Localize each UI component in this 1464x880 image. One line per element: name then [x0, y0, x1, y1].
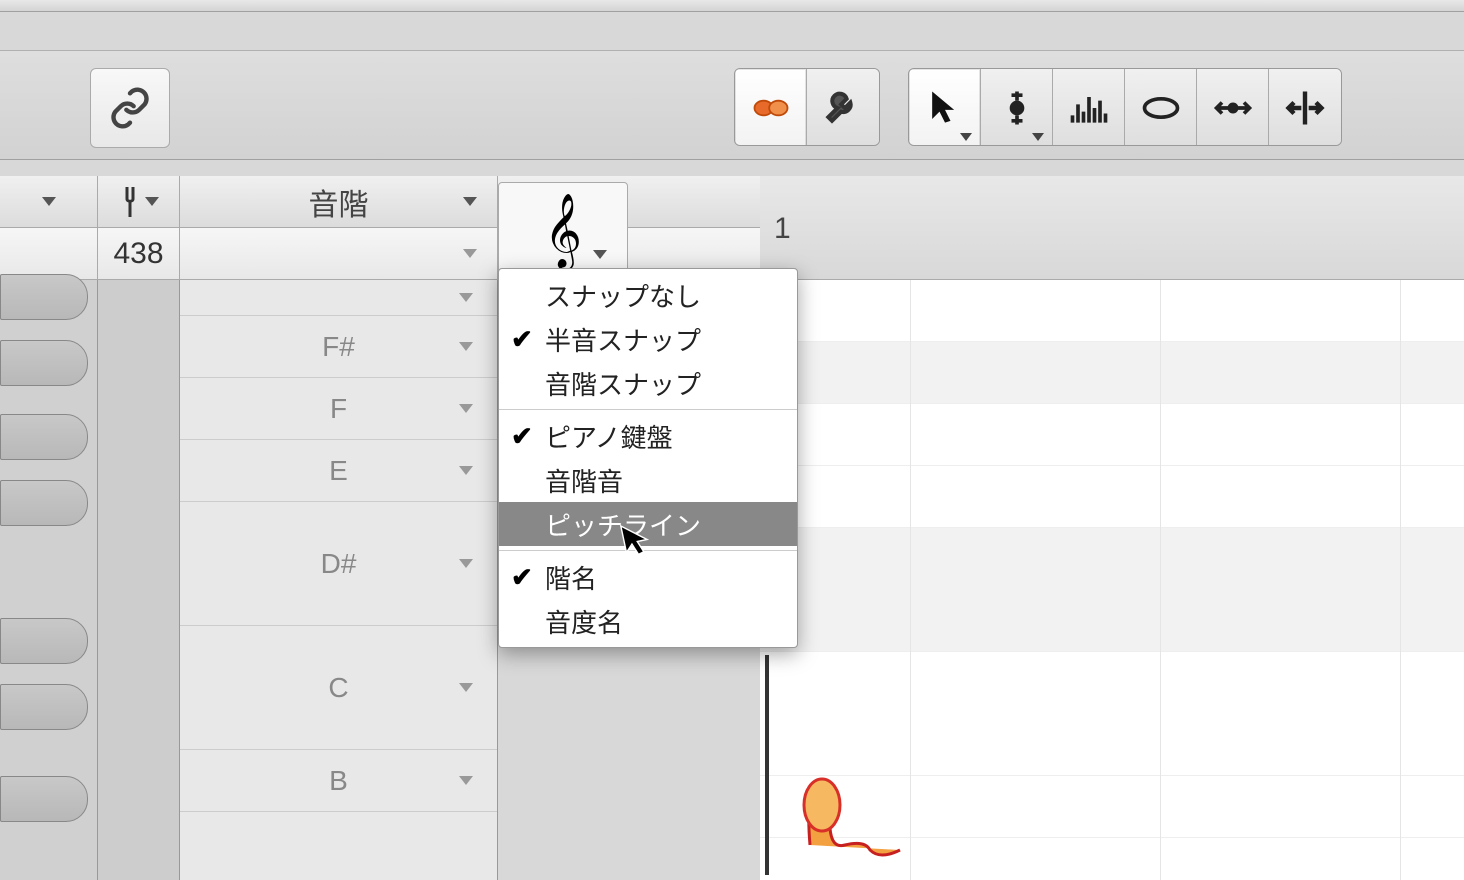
col1-header[interactable]: [0, 176, 98, 227]
piano-key[interactable]: [0, 776, 88, 822]
piano-key[interactable]: [0, 480, 88, 526]
audio-blobs-tool[interactable]: [735, 69, 807, 146]
col1-value: [0, 228, 98, 279]
bar-number: 1: [774, 212, 791, 246]
chevron-down-icon: [593, 250, 607, 259]
chevron-down-icon: [459, 342, 473, 351]
note-row[interactable]: E: [180, 440, 497, 502]
chevron-down-icon: [42, 197, 56, 206]
piano-key[interactable]: [0, 414, 88, 460]
note-row[interactable]: B: [180, 750, 497, 812]
window-chrome-top: [0, 0, 1464, 12]
chevron-down-icon: [459, 559, 473, 568]
note-row[interactable]: F: [180, 378, 497, 440]
check-icon: ✔: [511, 421, 533, 452]
chevron-down-icon: [459, 293, 473, 302]
oval-tool[interactable]: [1125, 69, 1197, 146]
note-label: E: [329, 455, 348, 487]
tuning-value-cell[interactable]: 438: [98, 228, 180, 279]
menu-item-piano-keyboard[interactable]: ✔ ピアノ鍵盤: [499, 414, 797, 458]
menu-label: 階名: [545, 559, 597, 596]
chevron-down-icon: [960, 133, 972, 141]
menu-label: スナップなし: [545, 277, 701, 314]
note-row[interactable]: D#: [180, 502, 497, 626]
playhead[interactable]: [765, 655, 769, 875]
hresize-tool[interactable]: [1197, 69, 1269, 146]
pulse-tool-icon: [1067, 86, 1111, 130]
note-label: C: [328, 672, 348, 704]
piano-key[interactable]: [0, 274, 88, 320]
audio-tool-group: [734, 68, 880, 146]
track-indicator-column: [98, 280, 180, 880]
audio-waveform-icon: [780, 765, 930, 865]
menu-item-scale-notes[interactable]: 音階音: [499, 458, 797, 502]
pulse-tool[interactable]: [1053, 69, 1125, 146]
scale-value-cell[interactable]: [180, 228, 498, 279]
menu-item-no-snap[interactable]: スナップなし: [499, 273, 797, 317]
note-label: B: [329, 765, 348, 797]
pitch-tool-icon: [995, 86, 1039, 130]
segment-tool[interactable]: [1269, 69, 1341, 146]
note-label-column: F# F E D# C B: [180, 280, 498, 880]
menu-label: 音度名: [545, 603, 623, 640]
piano-key-column: [0, 280, 98, 880]
pitch-tool[interactable]: [981, 69, 1053, 146]
menu-label: 音階スナップ: [545, 365, 701, 402]
tuning-value: 438: [113, 237, 163, 271]
chevron-down-icon: [463, 197, 477, 206]
wrench-icon: [821, 86, 865, 130]
clef-dropdown-menu: スナップなし ✔ 半音スナップ 音階スナップ ✔ ピアノ鍵盤 音階音 ピッチライ…: [498, 268, 798, 648]
menu-item-pitch-line[interactable]: ピッチライン: [499, 502, 797, 546]
menu-item-scale-snap[interactable]: 音階スナップ: [499, 361, 797, 405]
note-label: D#: [321, 548, 357, 580]
tuning-fork-header[interactable]: [98, 176, 180, 227]
pointer-tool-icon: [923, 86, 967, 130]
wrench-tool[interactable]: [807, 69, 879, 146]
scale-label: 音階: [309, 180, 369, 224]
chevron-down-icon: [145, 197, 159, 206]
chevron-down-icon: [459, 466, 473, 475]
note-label: F#: [322, 331, 355, 363]
menu-item-solfege[interactable]: ✔ 階名: [499, 555, 797, 599]
piano-key[interactable]: [0, 684, 88, 730]
chevron-down-icon: [459, 683, 473, 692]
link-button[interactable]: [90, 68, 170, 148]
menu-item-degree-name[interactable]: 音度名: [499, 599, 797, 643]
oval-tool-icon: [1139, 86, 1183, 130]
timeline-header[interactable]: 1: [760, 176, 1464, 280]
audio-blob[interactable]: [780, 765, 930, 870]
note-row[interactable]: F#: [180, 316, 497, 378]
menu-label: ピッチライン: [545, 506, 701, 543]
check-icon: ✔: [511, 324, 533, 355]
menu-separator: [499, 550, 797, 551]
menu-label: 半音スナップ: [545, 321, 701, 358]
chevron-down-icon: [463, 249, 477, 258]
check-icon: ✔: [511, 562, 533, 593]
menu-separator: [499, 409, 797, 410]
note-row[interactable]: C: [180, 626, 497, 750]
segment-tool-icon: [1283, 86, 1327, 130]
scale-dropdown[interactable]: 音階: [180, 176, 498, 227]
pointer-tool[interactable]: [909, 69, 981, 146]
piano-key[interactable]: [0, 340, 88, 386]
piano-key[interactable]: [0, 618, 88, 664]
tuning-fork-icon: [119, 184, 141, 220]
note-row[interactable]: [180, 280, 497, 316]
chevron-down-icon: [1032, 133, 1044, 141]
chevron-down-icon: [459, 776, 473, 785]
treble-clef-icon: 𝄞: [544, 193, 582, 268]
link-icon: [108, 86, 152, 130]
note-label: F: [330, 393, 347, 425]
hresize-tool-icon: [1211, 86, 1255, 130]
edit-tool-group: [908, 68, 1342, 146]
menu-item-semitone-snap[interactable]: ✔ 半音スナップ: [499, 317, 797, 361]
chevron-down-icon: [459, 404, 473, 413]
menu-label: ピアノ鍵盤: [545, 418, 673, 455]
clef-dropdown[interactable]: 𝄞: [498, 182, 628, 278]
audio-blobs-icon: [749, 86, 793, 130]
menu-label: 音階音: [545, 462, 623, 499]
